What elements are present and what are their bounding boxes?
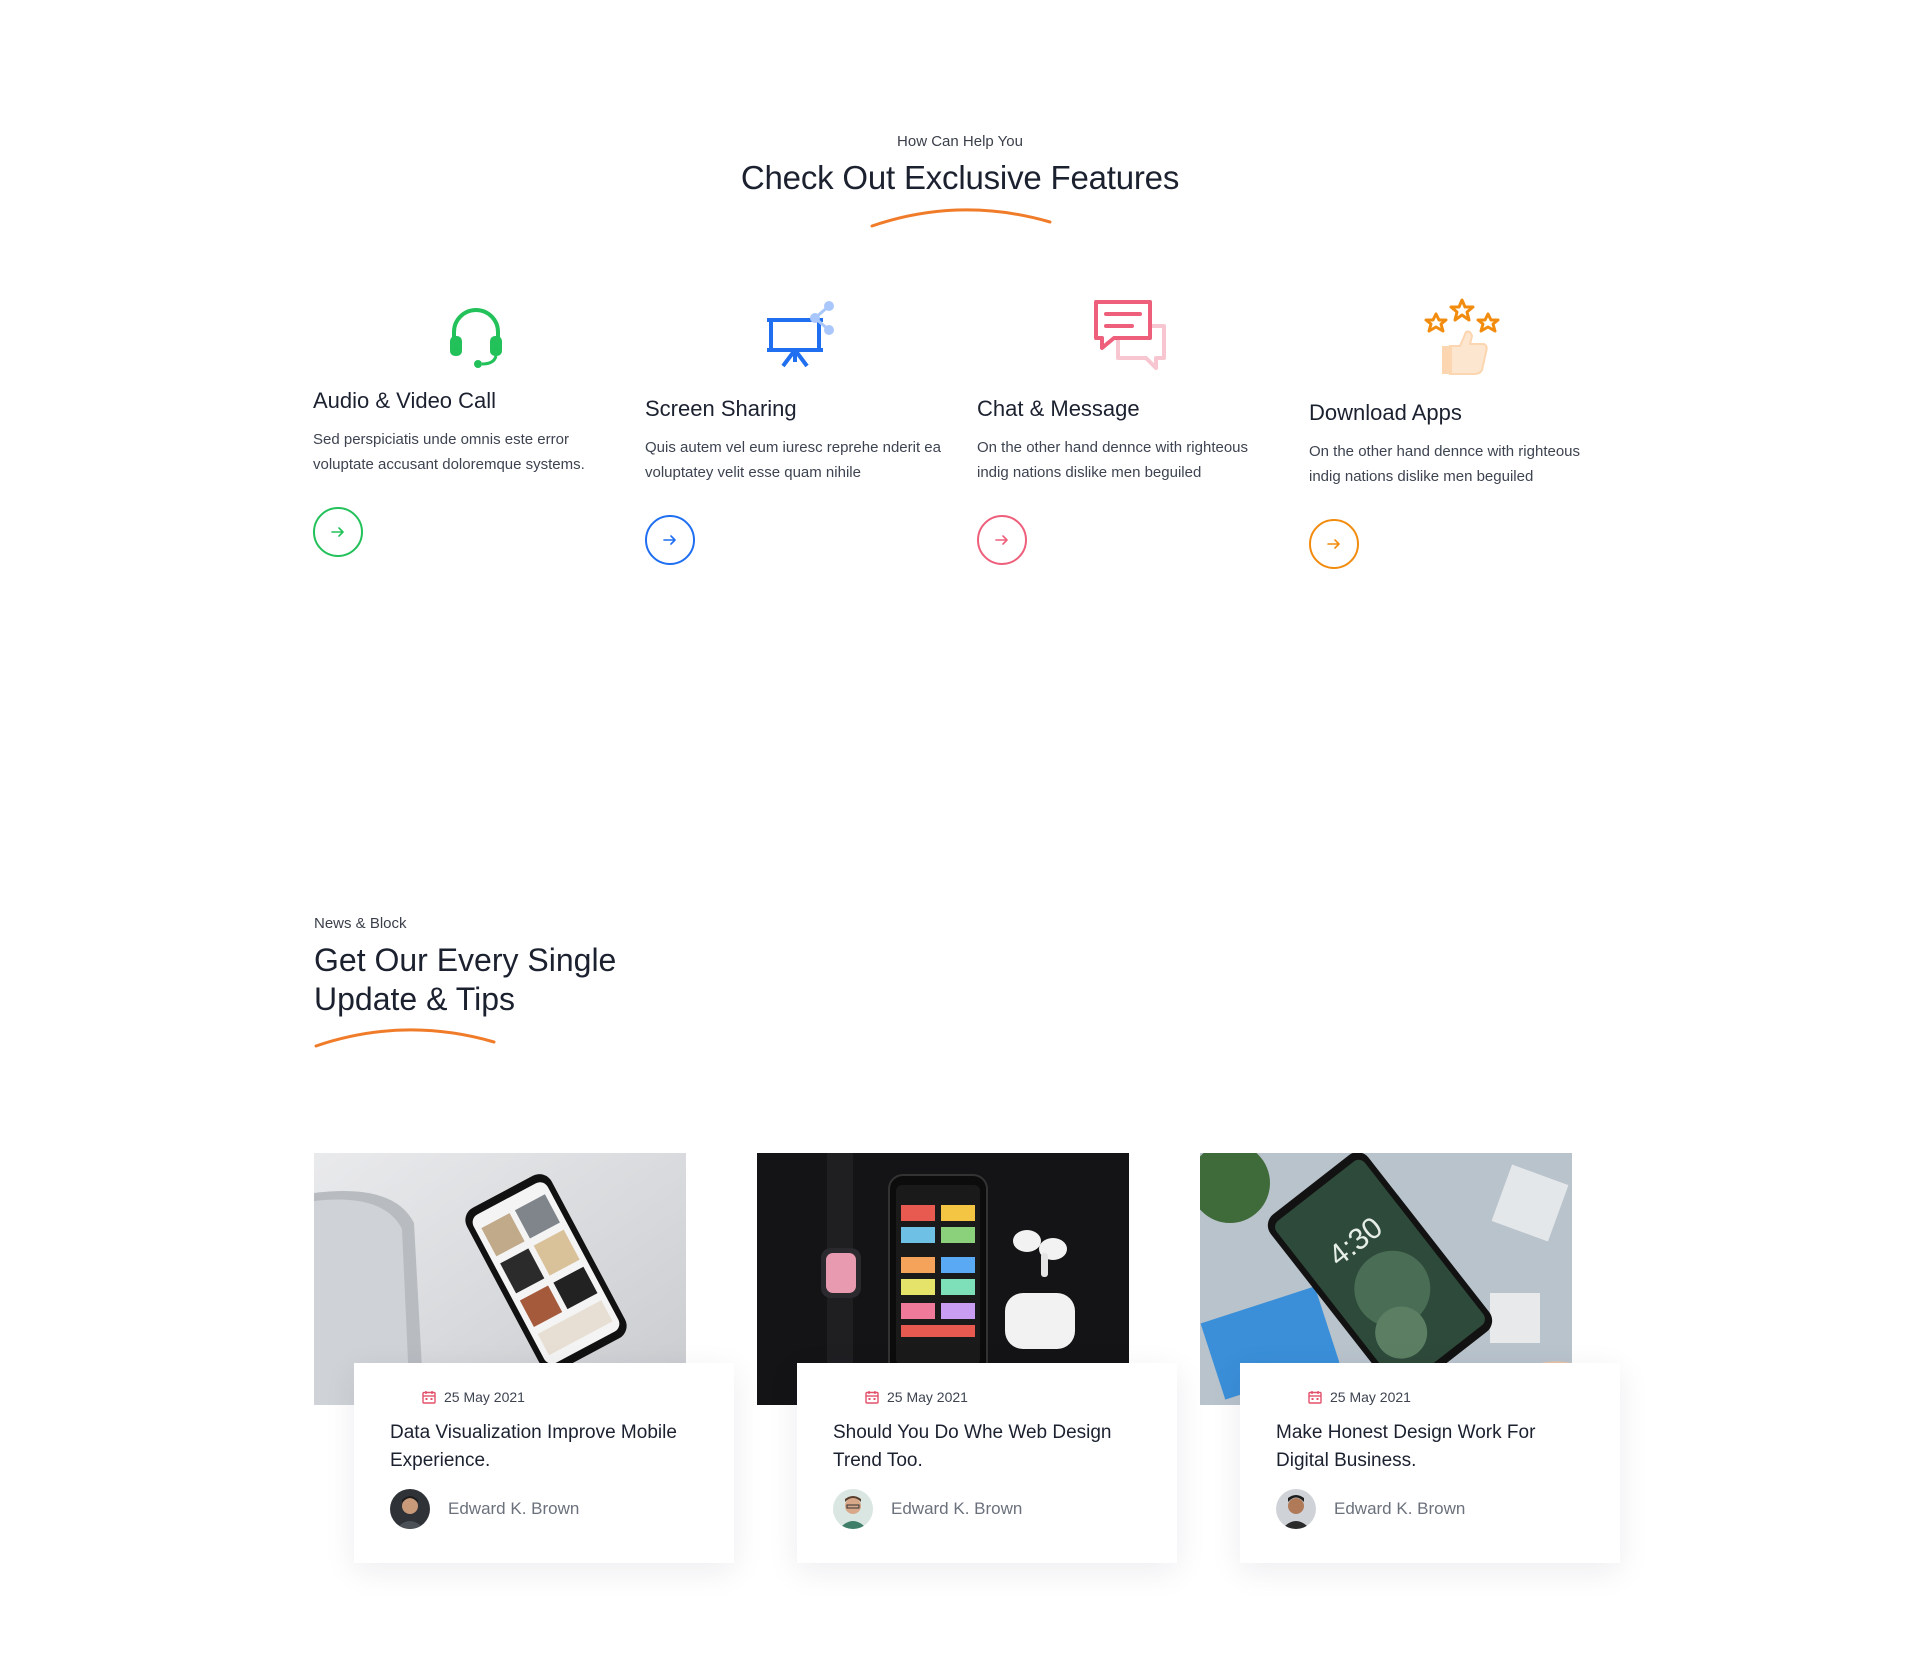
feature-card-chat-message: Chat & Message On the other hand dennce … bbox=[977, 296, 1287, 565]
features-eyebrow: How Can Help You bbox=[897, 133, 1023, 150]
feature-more-button[interactable] bbox=[645, 515, 695, 565]
author-name[interactable]: Edward K. Brown bbox=[891, 1499, 1022, 1519]
post-date: 25 May 2021 bbox=[1308, 1389, 1584, 1405]
post-title-link[interactable]: Make Honest Design Work For Digital Busi… bbox=[1276, 1419, 1584, 1475]
post-title-link[interactable]: Data Visualization Improve Mobile Experi… bbox=[390, 1419, 698, 1475]
post-author: Edward K. Brown bbox=[1276, 1489, 1584, 1529]
avatar bbox=[833, 1489, 873, 1529]
blog-card-body: 25 May 2021 Data Visualization Improve M… bbox=[354, 1363, 734, 1563]
post-date: 25 May 2021 bbox=[865, 1389, 1141, 1405]
headset-icon bbox=[436, 296, 516, 376]
arrow-right-icon bbox=[995, 535, 1008, 545]
features-title: Check Out Exclusive Features bbox=[740, 159, 1180, 196]
features-header: How Can Help You Check Out Exclusive Fea… bbox=[0, 133, 1920, 197]
feature-title: Download Apps bbox=[1309, 400, 1462, 425]
news-title: Get Our Every Single Update & Tips bbox=[314, 942, 617, 1017]
feature-more-button[interactable] bbox=[313, 507, 363, 557]
thumbs-up-stars-icon bbox=[1422, 296, 1502, 376]
blog-card[interactable]: 4:30 25 May 2021 Make Honest Design Work… bbox=[1200, 1153, 1660, 1563]
post-date: 25 May 2021 bbox=[422, 1389, 698, 1405]
blog-card-body: 25 May 2021 Make Honest Design Work For … bbox=[1240, 1363, 1620, 1563]
post-title-link[interactable]: Should You Do Whe Web Design Trend Too. bbox=[833, 1419, 1141, 1475]
post-author: Edward K. Brown bbox=[833, 1489, 1141, 1529]
arrow-right-icon bbox=[663, 535, 676, 545]
blog-card-body: 25 May 2021 Should You Do Whe Web Design… bbox=[797, 1363, 1177, 1563]
calendar-icon bbox=[1308, 1391, 1322, 1404]
avatar bbox=[1276, 1489, 1316, 1529]
feature-title: Chat & Message bbox=[977, 396, 1140, 421]
post-date-text: 25 May 2021 bbox=[444, 1389, 525, 1405]
feature-card-download-apps: Download Apps On the other hand dennce w… bbox=[1309, 296, 1619, 569]
feature-description: Sed perspiciatis unde omnis este error v… bbox=[313, 431, 585, 473]
feature-more-button[interactable] bbox=[1309, 519, 1359, 569]
feature-title: Audio & Video Call bbox=[313, 388, 497, 413]
post-date-text: 25 May 2021 bbox=[887, 1389, 968, 1405]
avatar bbox=[390, 1489, 430, 1529]
feature-description: On the other hand dennce with righteous … bbox=[1309, 443, 1581, 485]
feature-title: Screen Sharing bbox=[645, 396, 797, 421]
news-header: News & Block Get Our Every Single Update… bbox=[314, 915, 674, 1019]
calendar-icon bbox=[865, 1391, 879, 1404]
author-name[interactable]: Edward K. Brown bbox=[448, 1499, 579, 1519]
chat-bubbles-icon bbox=[1090, 296, 1170, 376]
author-name[interactable]: Edward K. Brown bbox=[1334, 1499, 1465, 1519]
title-underline-swoosh bbox=[870, 208, 1052, 228]
calendar-icon bbox=[422, 1391, 436, 1404]
feature-description: Quis autem vel eum iuresc reprehe nderit… bbox=[645, 439, 941, 481]
feature-card-audio-video: Audio & Video Call Sed perspiciatis unde… bbox=[313, 296, 623, 557]
title-underline-swoosh bbox=[314, 1028, 496, 1048]
arrow-right-icon bbox=[1327, 539, 1340, 549]
blog-card[interactable]: 25 May 2021 Data Visualization Improve M… bbox=[314, 1153, 774, 1563]
feature-description: On the other hand dennce with righteous … bbox=[977, 439, 1249, 481]
feature-more-button[interactable] bbox=[977, 515, 1027, 565]
news-eyebrow: News & Block bbox=[314, 915, 407, 932]
feature-card-screen-sharing: Screen Sharing Quis autem vel eum iuresc… bbox=[645, 296, 955, 565]
post-author: Edward K. Brown bbox=[390, 1489, 698, 1529]
blog-card[interactable]: 25 May 2021 Should You Do Whe Web Design… bbox=[757, 1153, 1217, 1563]
arrow-right-icon bbox=[331, 527, 344, 537]
presentation-share-icon bbox=[763, 296, 843, 376]
post-date-text: 25 May 2021 bbox=[1330, 1389, 1411, 1405]
